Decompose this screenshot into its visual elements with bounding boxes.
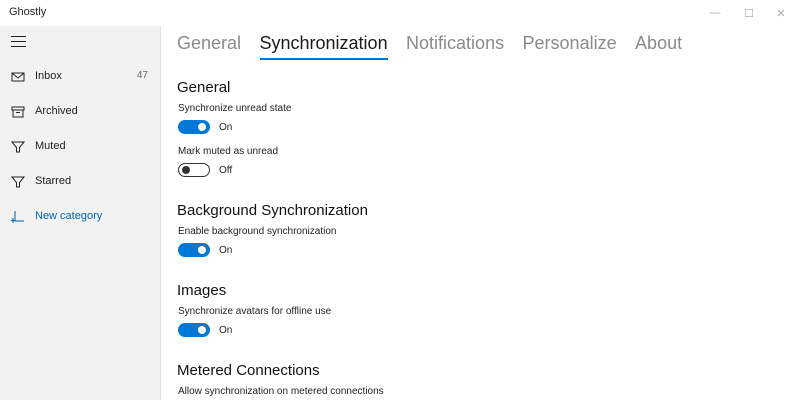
hamburger-menu-icon[interactable] — [11, 36, 27, 50]
sidebar-item-label: New category — [35, 210, 103, 222]
app-title: Ghostly — [9, 6, 47, 18]
mark-muted-toggle[interactable] — [178, 163, 210, 177]
toggle-knob — [198, 246, 206, 254]
filter-icon — [11, 176, 25, 188]
section-title-general: General — [177, 79, 231, 96]
filter-icon — [11, 141, 25, 153]
setting-label-avatars: Synchronize avatars for offline use — [178, 306, 332, 317]
setting-label-unread: Synchronize unread state — [178, 103, 292, 114]
avatars-offline-toggle[interactable] — [178, 323, 210, 337]
toggle-state-label: On — [219, 325, 233, 336]
unread-state-toggle[interactable] — [178, 120, 210, 134]
sidebar-item-new-category[interactable]: New category — [0, 202, 160, 232]
setting-label-metered: Allow synchronization on metered connect… — [178, 386, 384, 397]
section-title-images: Images — [177, 282, 227, 299]
toggle-knob — [198, 123, 206, 131]
minimize-button[interactable]: — — [700, 0, 730, 26]
setting-label-muted: Mark muted as unread — [178, 146, 279, 157]
tab-personalize[interactable]: Personalize — [523, 33, 617, 58]
sidebar-item-starred[interactable]: Starred — [0, 167, 160, 197]
sidebar-item-archived[interactable]: Archived — [0, 97, 160, 127]
new-category-icon — [11, 211, 24, 223]
tab-notifications[interactable]: Notifications — [406, 33, 504, 58]
title-bar: Ghostly — ☐ ✕ — [0, 0, 800, 26]
mail-icon — [11, 72, 25, 82]
sidebar: Inbox 47 Archived Muted Starred New cate… — [0, 26, 161, 400]
toggle-state-label: On — [219, 245, 233, 256]
sidebar-item-label: Archived — [35, 105, 78, 117]
sidebar-item-inbox[interactable]: Inbox 47 — [0, 62, 160, 92]
toggle-state-label: Off — [219, 165, 233, 176]
toggle-state-label: On — [219, 122, 233, 133]
close-button[interactable]: ✕ — [766, 0, 796, 26]
tab-general[interactable]: General — [177, 33, 241, 58]
sidebar-item-muted[interactable]: Muted — [0, 132, 160, 162]
sidebar-item-label: Inbox — [35, 70, 62, 82]
section-title-metered: Metered Connections — [177, 362, 320, 379]
setting-label-background: Enable background synchronization — [178, 226, 337, 237]
background-sync-toggle[interactable] — [178, 243, 210, 257]
toggle-knob — [182, 165, 190, 174]
tab-synchronization[interactable]: Synchronization — [259, 33, 388, 60]
sidebar-item-label: Starred — [35, 175, 72, 187]
sidebar-item-label: Muted — [35, 140, 66, 152]
tab-about[interactable]: About — [635, 33, 682, 58]
settings-tabs: General Synchronization Notifications Pe… — [177, 33, 696, 63]
archive-icon — [11, 106, 25, 118]
unread-count-badge: 47 — [136, 70, 148, 81]
maximize-button[interactable]: ☐ — [734, 0, 764, 26]
section-title-background: Background Synchronization — [177, 202, 368, 219]
toggle-knob — [198, 326, 206, 334]
